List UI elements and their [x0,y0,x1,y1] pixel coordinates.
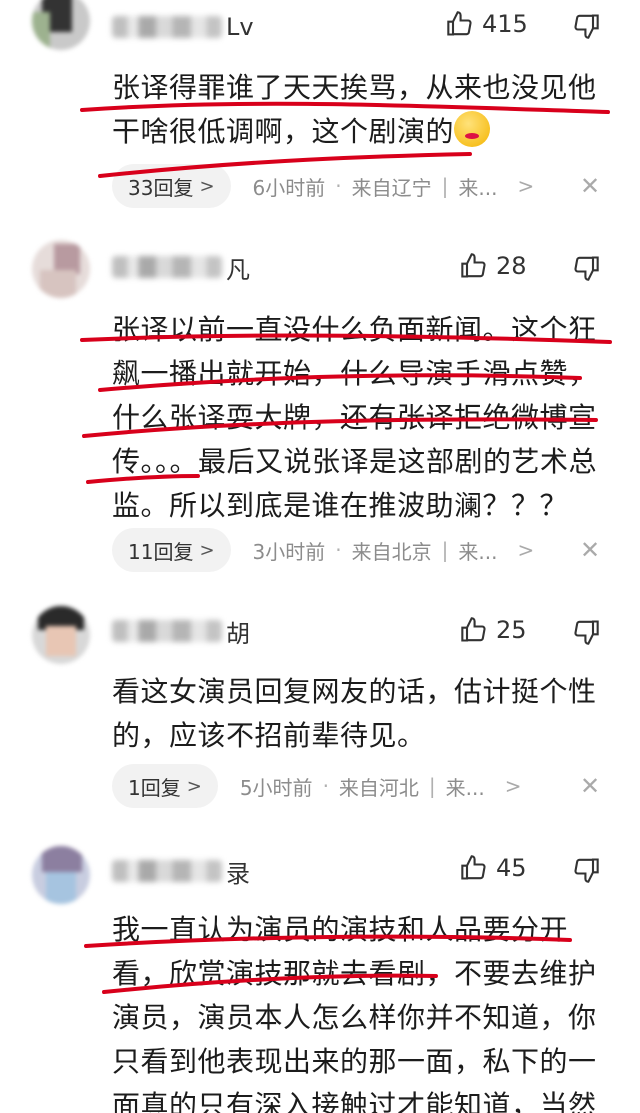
comment-text: 看这女演员回复网友的话，估计挺个性的，应该不招前辈待见。 [112,675,597,752]
thumbs-up-icon [461,253,486,278]
username-tail: 录 [226,859,250,888]
comment-text: 张译以前一直没什么负面新闻。这个狂飙一播出就开始，什么导演手滑点赞，什么张译耍大… [112,313,598,522]
like-button[interactable]: 45 [460,854,527,882]
username[interactable]: 胡 [112,616,272,648]
timestamp: 6小时前 [252,175,326,200]
comment-meta: 33回复 > 6小时前 · 来自辽宁 | 来... > [112,164,534,208]
like-count: 45 [496,854,527,882]
thumbs-up-icon [461,855,486,880]
like-button[interactable]: 415 [446,10,528,38]
like-count: 28 [496,252,527,280]
chevron-right-icon: > [504,774,522,798]
username[interactable]: Lv [112,12,272,42]
reply-button[interactable]: 1回复 > [112,764,218,808]
comment-body: 张译得罪谁了天天挨骂，从来也没见他干啥很低调啊，这个剧演的 [112,71,597,148]
pipe-separator: | [428,774,436,798]
reply-count: 1回复 [128,775,181,800]
like-count: 415 [482,10,528,38]
thumbs-up-icon [447,11,472,36]
reply-button[interactable]: 33回复 > [112,164,231,208]
username-tail: Lv [226,13,254,41]
reply-count: 11回复 [128,539,194,564]
comment-meta: 1回复 > 5小时前 · 来自河北 | 来... > [112,764,522,808]
close-icon[interactable]: ✕ [580,538,600,562]
dot-separator: · [335,174,342,198]
like-button[interactable]: 25 [460,616,527,644]
chevron-right-icon: > [517,538,535,562]
chevron-right-icon: > [199,175,215,197]
avatar[interactable] [32,846,90,904]
comment-text: 我一直认为演员的演技和人品要分开看，欣赏演技那就去看剧，不要去维护演员，演员本人… [112,913,597,1113]
comment-item: 凡 28 张译以前一直没什么负面新闻。这个狂飙一播出就开始，什么导演手滑点赞，什… [0,230,640,590]
emoji-icon [454,111,491,147]
comment-item: 胡 25 看这女演员回复网友的话，估计挺个性的，应该不招前辈待见。 1回复 > … [0,594,640,830]
chevron-right-icon: > [517,174,535,198]
thumbs-down-icon[interactable] [572,254,600,282]
location: 来自北京 [351,539,432,564]
meta-info: 3小时前 · 来自北京 | 来... > [253,536,535,565]
thumbs-down-icon[interactable] [572,856,600,884]
username-tail: 凡 [226,255,250,284]
username[interactable]: 录 [112,856,272,888]
reply-count: 33回复 [128,175,194,200]
blurred-username [112,620,222,642]
meta-info: 5小时前 · 来自河北 | 来... > [240,772,522,801]
avatar[interactable] [32,0,90,50]
meta-info: 6小时前 · 来自辽宁 | 来... > [253,172,535,201]
chevron-right-icon: > [199,539,215,561]
timestamp: 5小时前 [239,775,313,800]
comment-item: 录 45 我一直认为演员的演技和人品要分开看，欣赏演技那就去看剧，不要去维护演员… [0,830,640,1113]
comment-meta: 11回复 > 3小时前 · 来自北京 | 来... > [112,528,534,572]
dot-separator: · [322,774,329,798]
username-tail: 胡 [226,619,250,648]
location: 来自河北 [338,775,419,800]
more-text[interactable]: 来... [446,772,485,801]
like-button[interactable]: 28 [460,252,527,280]
reply-button[interactable]: 11回复 > [112,528,231,572]
thumbs-down-icon[interactable] [572,618,600,646]
close-icon[interactable]: ✕ [580,174,600,198]
blurred-username [112,256,222,278]
blurred-username [112,860,222,882]
blurred-username [112,16,222,38]
chevron-right-icon: > [186,775,202,797]
pipe-separator: | [441,174,449,198]
comment-text: 张译得罪谁了天天挨骂，从来也没见他干啥很低调啊，这个剧演的 [112,66,612,154]
location: 来自辽宁 [351,175,432,200]
pipe-separator: | [441,538,449,562]
avatar[interactable] [32,606,90,664]
avatar[interactable] [32,240,90,298]
more-text[interactable]: 来... [458,536,497,565]
timestamp: 3小时前 [252,539,326,564]
comment-item: Lv 415 张译得罪谁了天天挨骂，从来也没见他干啥很低调啊，这个剧演的 33回… [0,0,640,220]
close-icon[interactable]: ✕ [580,774,600,798]
dot-separator: · [335,538,342,562]
username[interactable]: 凡 [112,252,272,284]
more-text[interactable]: 来... [458,172,497,201]
thumbs-down-icon[interactable] [572,12,600,40]
thumbs-up-icon [461,617,486,642]
like-count: 25 [496,616,527,644]
